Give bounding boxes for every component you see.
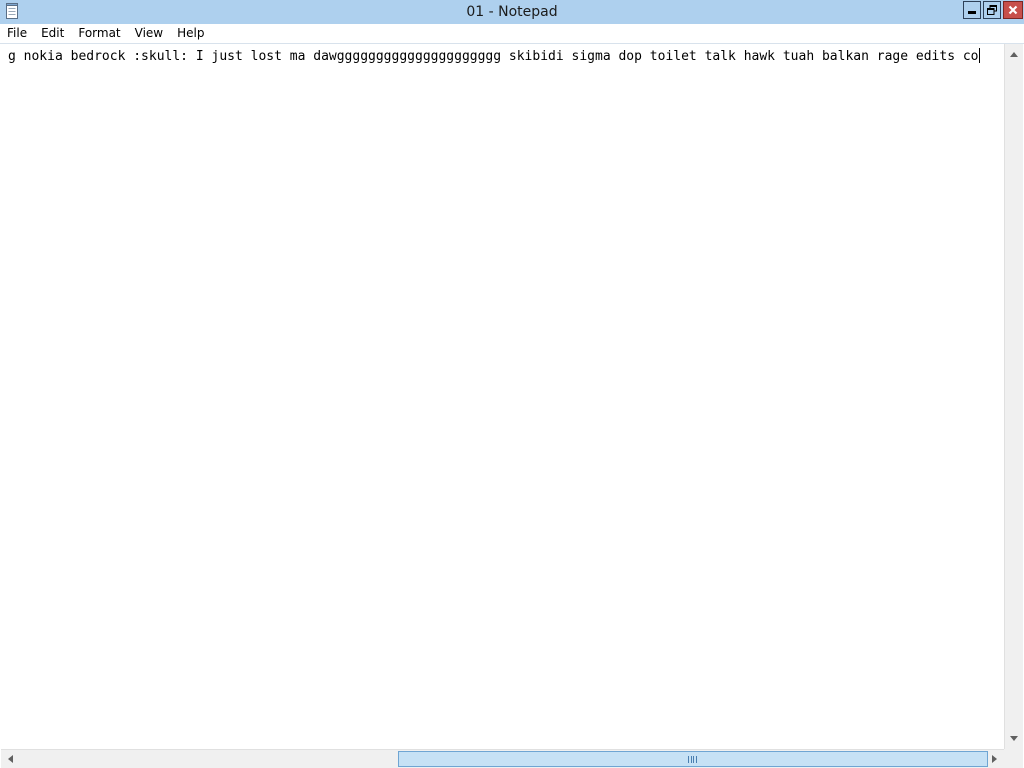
document-text-line: g nokia bedrock :skull: I just lost ma d… — [8, 48, 980, 66]
minimize-icon — [968, 11, 976, 14]
horizontal-scroll-thumb[interactable] — [398, 751, 988, 767]
minimize-button[interactable] — [963, 1, 981, 19]
document-text: g nokia bedrock :skull: I just lost ma d… — [8, 49, 979, 64]
close-button[interactable] — [1003, 1, 1023, 19]
caption-buttons — [961, 1, 1023, 21]
horizontal-scrollbar[interactable] — [1, 749, 1004, 768]
menu-help[interactable]: Help — [170, 24, 211, 43]
menu-view[interactable]: View — [128, 24, 170, 43]
menu-bar: File Edit Format View Help — [0, 24, 1024, 43]
scroll-thumb-grip-icon — [688, 756, 697, 763]
window-title: 01 - Notepad — [466, 4, 558, 20]
restore-icon — [987, 5, 997, 15]
close-icon — [1008, 5, 1018, 15]
scrollbar-corner — [1004, 749, 1023, 768]
menu-file[interactable]: File — [0, 24, 34, 43]
text-editor[interactable]: g nokia bedrock :skull: I just lost ma d… — [1, 45, 1001, 749]
editor-frame: g nokia bedrock :skull: I just lost ma d… — [0, 43, 1024, 768]
vertical-scrollbar[interactable] — [1004, 44, 1023, 749]
menu-format[interactable]: Format — [71, 24, 127, 43]
title-bar[interactable]: 01 - Notepad — [0, 0, 1024, 24]
scroll-right-arrow-icon[interactable] — [992, 755, 997, 763]
text-caret — [978, 48, 980, 63]
scroll-left-arrow-icon[interactable] — [8, 755, 13, 763]
notepad-window: 01 - Notepad File Edit Format View Help … — [0, 0, 1024, 768]
menu-edit[interactable]: Edit — [34, 24, 71, 43]
scroll-up-arrow-icon[interactable] — [1010, 52, 1018, 57]
scroll-down-arrow-icon[interactable] — [1010, 736, 1018, 741]
restore-button[interactable] — [983, 1, 1001, 19]
